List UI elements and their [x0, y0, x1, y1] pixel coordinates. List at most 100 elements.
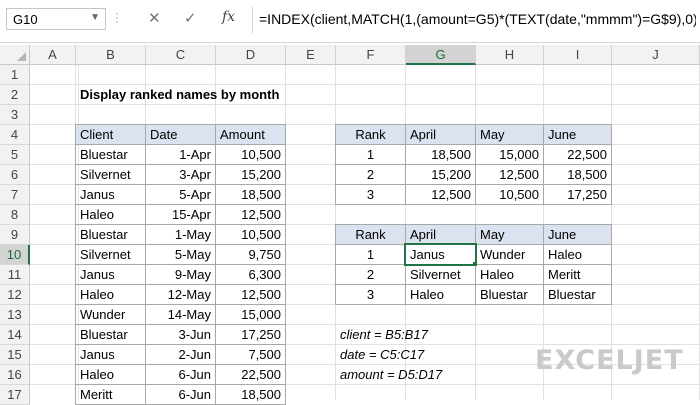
- table-cell[interactable]: 15,200: [405, 164, 476, 185]
- insert-function-button[interactable]: fx: [222, 9, 235, 25]
- table-cell[interactable]: Haleo: [75, 364, 146, 385]
- table-cell[interactable]: 10,500: [215, 224, 286, 245]
- row-header-11[interactable]: 11: [0, 265, 30, 285]
- column-header-a[interactable]: A: [30, 45, 76, 65]
- table-cell[interactable]: 22,500: [215, 364, 286, 385]
- table-cell[interactable]: Haleo: [543, 244, 612, 265]
- table-cell[interactable]: 5-May: [145, 244, 216, 265]
- table-cell[interactable]: 12,500: [475, 164, 544, 185]
- table-cell[interactable]: Haleo: [75, 284, 146, 305]
- cancel-button[interactable]: ✕: [148, 9, 161, 27]
- row-header-13[interactable]: 13: [0, 305, 30, 325]
- name-box[interactable]: G10 ▼: [6, 8, 106, 30]
- row-header-12[interactable]: 12: [0, 285, 30, 305]
- table-cell[interactable]: Meritt: [75, 384, 146, 405]
- table-cell[interactable]: 1: [335, 144, 406, 165]
- table-header-cell[interactable]: Rank: [335, 124, 406, 145]
- table-cell[interactable]: 15,000: [475, 144, 544, 165]
- select-all-corner[interactable]: [0, 45, 30, 65]
- table-cell[interactable]: 9,750: [215, 244, 286, 265]
- table-cell[interactable]: 17,250: [543, 184, 612, 205]
- table-cell[interactable]: 6-Jun: [145, 384, 216, 405]
- table-cell[interactable]: 2: [335, 164, 406, 185]
- sheet-title[interactable]: Display ranked names by month: [76, 85, 283, 105]
- row-header-1[interactable]: 1: [0, 65, 30, 85]
- table-cell[interactable]: 2-Jun: [145, 344, 216, 365]
- table-cell[interactable]: 18,500: [215, 184, 286, 205]
- column-header-i[interactable]: I: [544, 45, 612, 65]
- table-cell[interactable]: 3-Jun: [145, 324, 216, 345]
- table-cell[interactable]: 3: [335, 184, 406, 205]
- table-cell[interactable]: 10,500: [215, 144, 286, 165]
- row-header-2[interactable]: 2: [0, 85, 30, 105]
- table-cell[interactable]: 9-May: [145, 264, 216, 285]
- table-cell[interactable]: 1-May: [145, 224, 216, 245]
- column-header-g[interactable]: G: [406, 45, 476, 65]
- table-header-cell[interactable]: June: [543, 124, 612, 145]
- table-header-cell[interactable]: June: [543, 224, 612, 245]
- row-header-17[interactable]: 17: [0, 385, 30, 405]
- row-header-8[interactable]: 8: [0, 205, 30, 225]
- table-cell[interactable]: 6,300: [215, 264, 286, 285]
- table-cell[interactable]: Bluestar: [75, 144, 146, 165]
- table-cell[interactable]: 3: [335, 284, 406, 305]
- column-header-f[interactable]: F: [336, 45, 406, 65]
- table-cell[interactable]: Silvernet: [75, 244, 146, 265]
- table-cell[interactable]: Bluestar: [543, 284, 612, 305]
- chevron-down-icon[interactable]: ▼: [90, 12, 100, 23]
- row-header-6[interactable]: 6: [0, 165, 30, 185]
- named-range-note[interactable]: date = C5:C17: [336, 345, 428, 365]
- name-box-value[interactable]: G10: [13, 12, 38, 27]
- table-cell[interactable]: 18,500: [543, 164, 612, 185]
- formula-input[interactable]: =INDEX(client,MATCH(1,(amount=G5)*(TEXT(…: [252, 7, 696, 33]
- column-header-h[interactable]: H: [476, 45, 544, 65]
- table-header-cell[interactable]: Amount: [215, 124, 286, 145]
- table-cell[interactable]: 18,500: [215, 384, 286, 405]
- column-header-e[interactable]: E: [286, 45, 336, 65]
- table-cell[interactable]: 15,200: [215, 164, 286, 185]
- table-cell[interactable]: Janus: [75, 264, 146, 285]
- table-cell[interactable]: Wunder: [475, 244, 544, 265]
- row-header-4[interactable]: 4: [0, 125, 30, 145]
- table-cell[interactable]: Haleo: [75, 204, 146, 225]
- table-cell[interactable]: Janus: [75, 344, 146, 365]
- table-header-cell[interactable]: Rank: [335, 224, 406, 245]
- row-header-3[interactable]: 3: [0, 105, 30, 125]
- table-header-cell[interactable]: May: [475, 224, 544, 245]
- table-cell[interactable]: 1: [335, 244, 406, 265]
- row-header-10[interactable]: 10: [0, 245, 30, 265]
- table-cell[interactable]: 2: [335, 264, 406, 285]
- table-cell[interactable]: 22,500: [543, 144, 612, 165]
- named-range-note[interactable]: amount = D5:D17: [336, 365, 446, 385]
- column-header-d[interactable]: D: [216, 45, 286, 65]
- table-header-cell[interactable]: Date: [145, 124, 216, 145]
- row-header-15[interactable]: 15: [0, 345, 30, 365]
- table-header-cell[interactable]: May: [475, 124, 544, 145]
- enter-button[interactable]: ✓: [184, 9, 197, 27]
- row-header-5[interactable]: 5: [0, 145, 30, 165]
- active-cell[interactable]: Janus: [404, 243, 477, 266]
- table-cell[interactable]: Bluestar: [75, 324, 146, 345]
- row-header-9[interactable]: 9: [0, 225, 30, 245]
- table-cell[interactable]: Wunder: [75, 304, 146, 325]
- row-header-14[interactable]: 14: [0, 325, 30, 345]
- table-cell[interactable]: 3-Apr: [145, 164, 216, 185]
- table-cell[interactable]: 1-Apr: [145, 144, 216, 165]
- named-range-note[interactable]: client = B5:B17: [336, 325, 432, 345]
- table-cell[interactable]: 10,500: [475, 184, 544, 205]
- row-header-7[interactable]: 7: [0, 185, 30, 205]
- table-cell[interactable]: 15-Apr: [145, 204, 216, 225]
- table-cell[interactable]: 7,500: [215, 344, 286, 365]
- table-cell[interactable]: 18,500: [405, 144, 476, 165]
- table-cell[interactable]: Haleo: [475, 264, 544, 285]
- table-cell[interactable]: 12,500: [215, 204, 286, 225]
- table-cell[interactable]: 6-Jun: [145, 364, 216, 385]
- table-cell[interactable]: 5-Apr: [145, 184, 216, 205]
- table-cell[interactable]: Haleo: [405, 284, 476, 305]
- table-cell[interactable]: Bluestar: [75, 224, 146, 245]
- table-cell[interactable]: 12,500: [215, 284, 286, 305]
- table-cell[interactable]: Bluestar: [475, 284, 544, 305]
- table-cell[interactable]: 17,250: [215, 324, 286, 345]
- table-header-cell[interactable]: April: [405, 124, 476, 145]
- table-cell[interactable]: 15,000: [215, 304, 286, 325]
